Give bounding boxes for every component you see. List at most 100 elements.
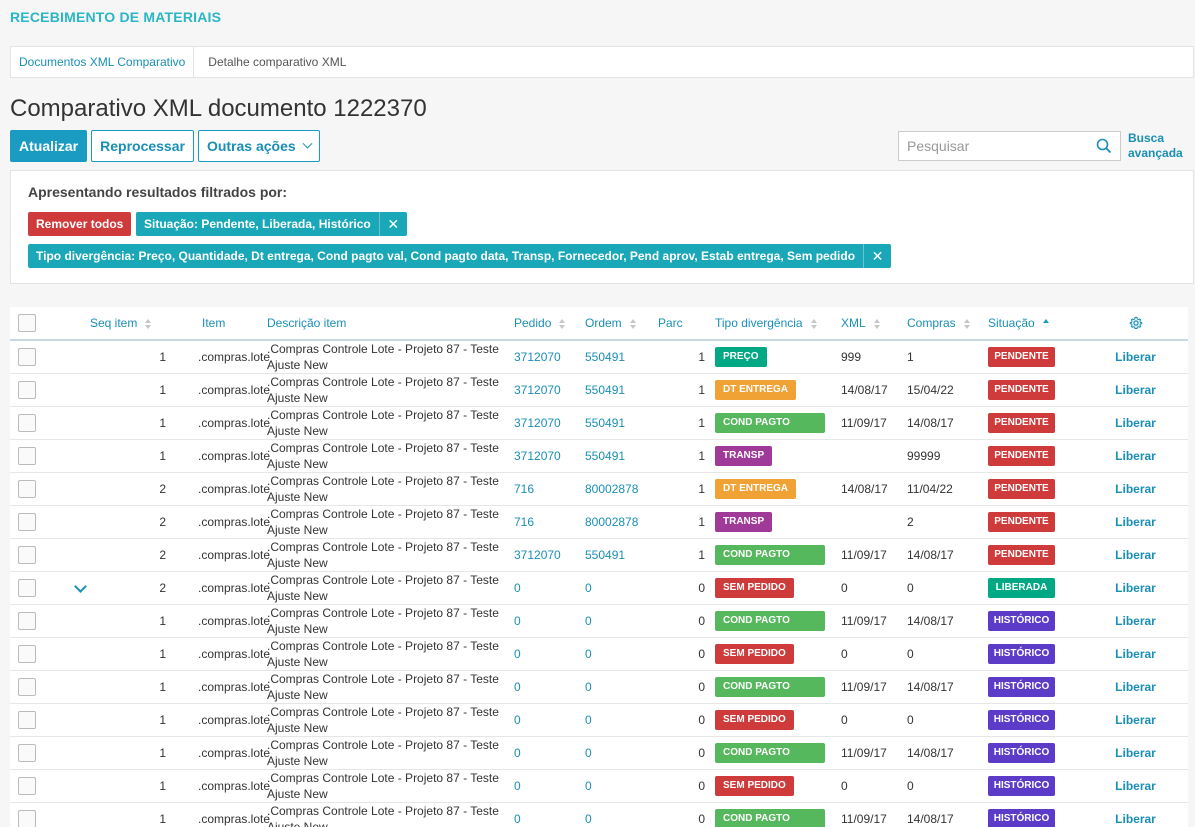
- row-checkbox[interactable]: [18, 711, 36, 729]
- cell-ordem-link[interactable]: 80002878: [585, 515, 638, 529]
- col-descricao[interactable]: Descrição item: [267, 307, 514, 341]
- results-table: Seq item Item Descrição item Pedido Orde…: [10, 307, 1188, 827]
- table-row[interactable]: 1 .compras.lote .Compras Controle Lote - P…: [10, 736, 1188, 770]
- row-checkbox[interactable]: [18, 447, 36, 465]
- liberar-link[interactable]: Liberar: [1083, 406, 1188, 440]
- liberar-link[interactable]: Liberar: [1083, 472, 1188, 506]
- col-compras[interactable]: Compras: [907, 307, 988, 341]
- cell-pedido-link[interactable]: 0: [514, 680, 521, 694]
- table-row[interactable]: 2 .compras.lote .Compras Controle Lote - P…: [10, 505, 1188, 539]
- cell-pedido-link[interactable]: 0: [514, 713, 521, 727]
- liberar-link[interactable]: Liberar: [1083, 670, 1188, 704]
- liberar-link[interactable]: Liberar: [1083, 373, 1188, 407]
- liberar-link[interactable]: Liberar: [1083, 769, 1188, 803]
- liberar-link[interactable]: Liberar: [1083, 505, 1188, 539]
- liberar-link[interactable]: Liberar: [1083, 340, 1188, 374]
- cell-ordem-link[interactable]: 80002878: [585, 482, 638, 496]
- col-xml[interactable]: XML: [841, 307, 907, 341]
- col-pedido[interactable]: Pedido: [514, 307, 585, 341]
- row-checkbox[interactable]: [18, 645, 36, 663]
- cell-ordem-link[interactable]: 550491: [585, 383, 625, 397]
- col-item[interactable]: Item: [180, 307, 267, 341]
- table-row[interactable]: 1 .compras.lote .Compras Controle Lote - P…: [10, 670, 1188, 704]
- cell-ordem-link[interactable]: 0: [585, 812, 592, 826]
- cell-pedido-link[interactable]: 3712070: [514, 416, 561, 430]
- row-checkbox[interactable]: [18, 513, 36, 531]
- cell-ordem-link[interactable]: 550491: [585, 416, 625, 430]
- remover-todos-button[interactable]: Remover todos: [28, 212, 132, 236]
- liberar-link[interactable]: Liberar: [1083, 571, 1188, 605]
- close-icon[interactable]: ✕: [378, 212, 407, 236]
- liberar-link[interactable]: Liberar: [1083, 703, 1188, 737]
- cell-pedido-link[interactable]: 0: [514, 614, 521, 628]
- table-row[interactable]: 1 .compras.lote .Compras Controle Lote - P…: [10, 703, 1188, 737]
- row-checkbox[interactable]: [18, 777, 36, 795]
- table-row[interactable]: 1 .compras.lote .Compras Controle Lote - P…: [10, 373, 1188, 407]
- cell-pedido-link[interactable]: 0: [514, 647, 521, 661]
- cell-pedido-link[interactable]: 716: [514, 482, 534, 496]
- cell-ordem-link[interactable]: 550491: [585, 449, 625, 463]
- chevron-down-icon[interactable]: [74, 580, 87, 594]
- cell-ordem-link[interactable]: 0: [585, 779, 592, 793]
- table-row[interactable]: 1 .compras.lote .Compras Controle Lote - P…: [10, 340, 1188, 374]
- row-checkbox[interactable]: [18, 546, 36, 564]
- table-row[interactable]: 1 .compras.lote .Compras Controle Lote - P…: [10, 802, 1188, 827]
- table-row[interactable]: 1 .compras.lote .Compras Controle Lote - P…: [10, 406, 1188, 440]
- col-parc[interactable]: Parc: [658, 307, 715, 341]
- cell-ordem-link[interactable]: 0: [585, 680, 592, 694]
- row-checkbox[interactable]: [18, 579, 36, 597]
- liberar-link[interactable]: Liberar: [1083, 637, 1188, 671]
- cell-ordem-link[interactable]: 0: [585, 614, 592, 628]
- atualizar-button[interactable]: Atualizar: [10, 130, 88, 162]
- row-checkbox[interactable]: [18, 381, 36, 399]
- cell-pedido-link[interactable]: 0: [514, 746, 521, 760]
- liberar-link[interactable]: Liberar: [1083, 802, 1188, 827]
- cell-ordem-link[interactable]: 0: [585, 581, 592, 595]
- liberar-link[interactable]: Liberar: [1083, 736, 1188, 770]
- row-checkbox[interactable]: [18, 612, 36, 630]
- close-icon[interactable]: ✕: [863, 244, 891, 268]
- gear-icon[interactable]: [1129, 316, 1143, 330]
- table-row[interactable]: 1 .compras.lote .Compras Controle Lote - P…: [10, 604, 1188, 638]
- liberar-link[interactable]: Liberar: [1083, 538, 1188, 572]
- table-row[interactable]: 1 .compras.lote .Compras Controle Lote - P…: [10, 769, 1188, 803]
- row-checkbox[interactable]: [18, 810, 36, 827]
- cell-compras: 0: [907, 703, 988, 737]
- cell-pedido-link[interactable]: 0: [514, 812, 521, 826]
- reprocessar-button[interactable]: Reprocessar: [91, 130, 194, 162]
- row-checkbox[interactable]: [18, 348, 36, 366]
- search-input[interactable]: [907, 138, 1087, 154]
- col-ordem[interactable]: Ordem: [585, 307, 658, 341]
- cell-pedido-link[interactable]: 3712070: [514, 449, 561, 463]
- cell-ordem-link[interactable]: 0: [585, 713, 592, 727]
- cell-pedido-link[interactable]: 3712070: [514, 350, 561, 364]
- cell-pedido-link[interactable]: 3712070: [514, 383, 561, 397]
- breadcrumb-link-documentos[interactable]: Documentos XML Comparativo: [11, 47, 195, 77]
- cell-ordem-link[interactable]: 0: [585, 647, 592, 661]
- cell-ordem-link[interactable]: 550491: [585, 548, 625, 562]
- outras-acoes-button[interactable]: Outras ações: [197, 130, 320, 162]
- table-row[interactable]: 2 .compras.lote .Compras Controle Lote - P…: [10, 571, 1188, 605]
- select-all-checkbox[interactable]: [18, 314, 36, 332]
- cell-pedido-link[interactable]: 0: [514, 779, 521, 793]
- col-tipo-divergencia[interactable]: Tipo divergência: [715, 307, 841, 341]
- cell-ordem-link[interactable]: 550491: [585, 350, 625, 364]
- table-row[interactable]: 2 .compras.lote .Compras Controle Lote - P…: [10, 472, 1188, 506]
- row-checkbox[interactable]: [18, 678, 36, 696]
- table-row[interactable]: 1 .compras.lote .Compras Controle Lote - P…: [10, 439, 1188, 473]
- search-icon[interactable]: [1096, 138, 1112, 154]
- cell-pedido-link[interactable]: 716: [514, 515, 534, 529]
- cell-ordem-link[interactable]: 0: [585, 746, 592, 760]
- cell-pedido-link[interactable]: 0: [514, 581, 521, 595]
- table-row[interactable]: 1 .compras.lote .Compras Controle Lote - P…: [10, 637, 1188, 671]
- col-seq-item[interactable]: Seq item: [90, 307, 180, 341]
- col-situacao[interactable]: Situação: [988, 307, 1083, 341]
- liberar-link[interactable]: Liberar: [1083, 604, 1188, 638]
- row-checkbox[interactable]: [18, 744, 36, 762]
- table-row[interactable]: 2 .compras.lote .Compras Controle Lote - P…: [10, 538, 1188, 572]
- cell-pedido-link[interactable]: 3712070: [514, 548, 561, 562]
- row-checkbox[interactable]: [18, 480, 36, 498]
- row-checkbox[interactable]: [18, 414, 36, 432]
- busca-avancada-link[interactable]: Busca avançada: [1128, 131, 1188, 161]
- liberar-link[interactable]: Liberar: [1083, 439, 1188, 473]
